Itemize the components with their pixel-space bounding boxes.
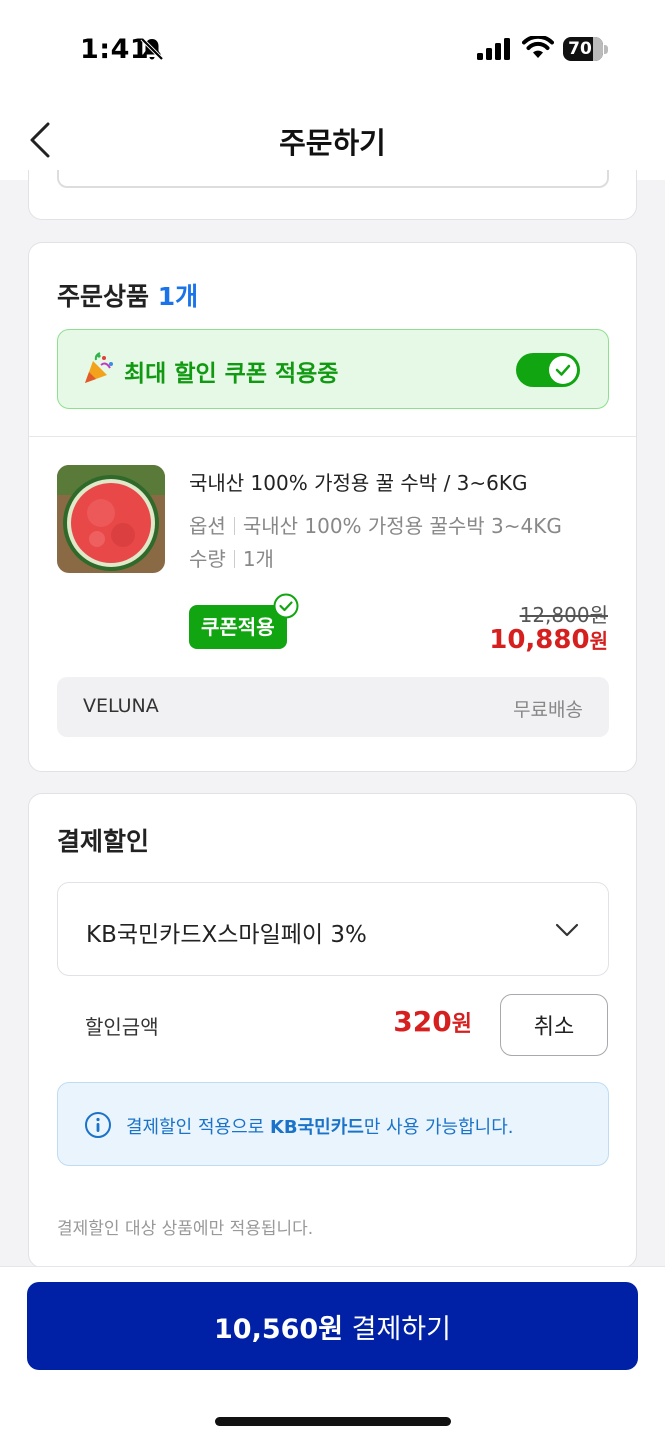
discount-amount-value: 320원 — [393, 1005, 472, 1038]
discount-amount-label: 할인금액 — [85, 1015, 159, 1039]
product-image[interactable] — [57, 465, 165, 573]
info-text-suffix: 만 사용 가능합니다. — [363, 1117, 514, 1138]
info-text-highlight: KB국민카드 — [269, 1117, 364, 1138]
sale-price-value: 10,880 — [489, 625, 590, 655]
section-title-text: 주문상품 — [57, 282, 150, 311]
pay-button[interactable]: 10,560원 결제하기 — [27, 1282, 638, 1370]
divider — [29, 436, 636, 437]
signal-icon — [477, 38, 510, 60]
section-title-products: 주문상품 1개 — [57, 277, 198, 313]
pay-amount: 10,560원 — [214, 1313, 344, 1345]
toggle-knob — [549, 356, 577, 384]
shipping-fee: 무료배송 — [513, 699, 583, 721]
order-products-card: 주문상품 1개 최대 할인 쿠폰 적용중 국내산 100% 가정용 꿀 수박 /… — [28, 242, 637, 772]
bell-off-icon — [140, 37, 164, 61]
product-option: 옵션 국내산 100% 가정용 꿀수박 3~4KG — [189, 510, 562, 539]
product-name[interactable]: 국내산 100% 가정용 꿀 수박 / 3~6KG — [189, 467, 527, 496]
quantity-label: 수량 — [189, 547, 226, 571]
info-text: 결제할인 적용으로 KB국민카드만 사용 가능합니다. — [126, 1113, 514, 1139]
check-circle-icon — [273, 593, 299, 619]
info-icon — [85, 1112, 111, 1138]
wifi-icon — [522, 36, 554, 58]
previous-section-card — [28, 170, 637, 220]
seller-bar: VELUNA 무료배송 — [57, 677, 609, 737]
home-indicator — [215, 1417, 451, 1426]
sale-price-unit: 원 — [589, 629, 608, 653]
info-text-prefix: 결제할인 적용으로 — [126, 1117, 270, 1138]
card-discount-select[interactable]: KB국민카드X스마일페이 3% — [57, 882, 609, 976]
original-price-value: 12,800 — [519, 603, 590, 627]
header: 주문하기 — [0, 100, 665, 180]
sale-price: 10,880원 — [489, 625, 608, 655]
watermelon-image — [57, 465, 165, 573]
original-price: 12,800원 — [520, 599, 608, 628]
order-page: 1:41 70 주문하기 주문상품 1개 최대 할인 쿠폰 적용중 국내산 10… — [0, 0, 665, 1440]
option-label: 옵션 — [189, 514, 226, 538]
chevron-down-icon — [555, 923, 579, 937]
coupon-banner-text: 최대 할인 쿠폰 적용중 — [124, 361, 339, 387]
previous-input-field[interactable] — [57, 170, 609, 188]
selected-card-option: KB국민카드X스마일페이 3% — [86, 922, 367, 948]
product-count: 1개 — [157, 282, 199, 311]
pay-label: 결제하기 — [351, 1313, 451, 1345]
coupon-applied-badge: 쿠폰적용 — [189, 605, 287, 649]
coupon-toggle[interactable] — [516, 353, 580, 387]
discount-amount-number: 320 — [393, 1005, 452, 1038]
quantity-value: 1개 — [242, 547, 274, 571]
battery-level: 70 — [568, 39, 592, 59]
product-quantity: 수량 1개 — [189, 543, 274, 572]
cancel-discount-button[interactable]: 취소 — [500, 994, 608, 1056]
coupon-banner: 최대 할인 쿠폰 적용중 — [57, 329, 609, 409]
battery-icon: 70 — [563, 37, 603, 61]
checkout-bar: 10,560원 결제하기 — [0, 1266, 665, 1440]
info-notice: 결제할인 적용으로 KB국민카드만 사용 가능합니다. — [57, 1082, 609, 1166]
option-value: 국내산 100% 가정용 꿀수박 3~4KG — [242, 514, 562, 538]
discount-amount-unit: 원 — [451, 1012, 472, 1037]
payment-discount-card: 결제할인 KB국민카드X스마일페이 3% 할인금액 320원 취소 결제할인 적… — [28, 793, 637, 1268]
original-price-unit: 원 — [589, 603, 608, 627]
seller-name[interactable]: VELUNA — [83, 695, 159, 717]
party-popper-icon — [85, 352, 113, 383]
page-title: 주문하기 — [279, 126, 386, 160]
section-title-discount: 결제할인 — [57, 827, 150, 856]
battery-nub — [604, 45, 608, 54]
check-icon — [555, 364, 571, 376]
discount-note: 결제할인 대상 상품에만 적용됩니다. — [57, 1219, 314, 1239]
status-bar: 1:41 70 — [0, 0, 665, 100]
